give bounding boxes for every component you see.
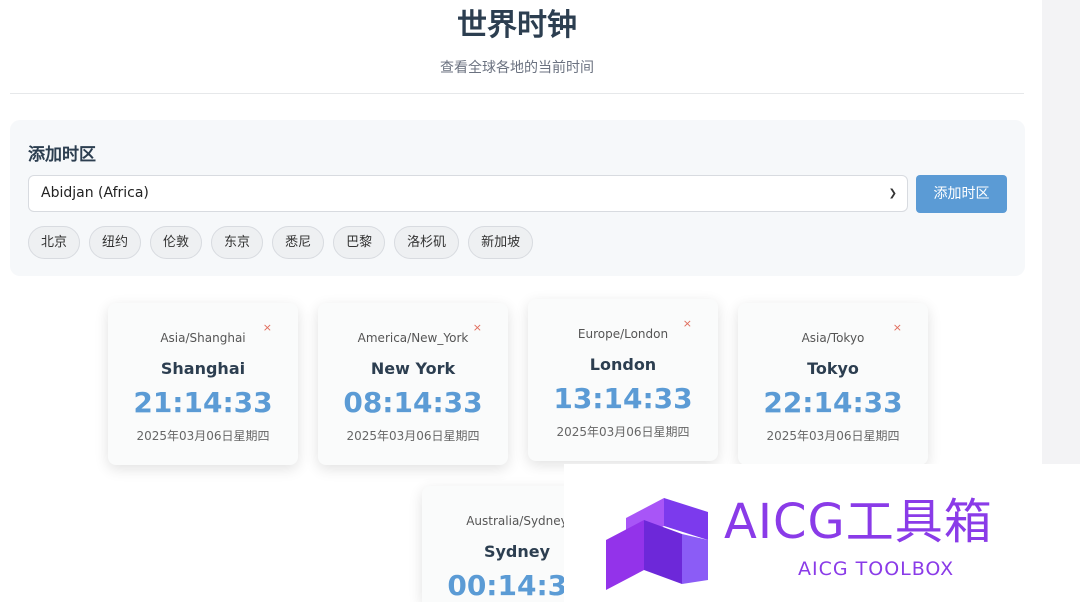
clock-card-london: × Europe/London London 13:14:33 2025年03月… (528, 299, 718, 461)
add-timezone-panel: 添加时区 Abidjan (Africa) ❯ 添加时区 北京 纽约 伦敦 东京… (10, 120, 1025, 276)
clock-time: 08:14:33 (343, 386, 483, 419)
timezone-select[interactable]: Abidjan (Africa) ❯ (28, 175, 908, 212)
close-icon[interactable]: × (263, 321, 272, 334)
clock-city: Shanghai (160, 359, 246, 378)
page-title: 世界时钟 (457, 8, 577, 43)
clock-city: New York (370, 359, 456, 378)
quick-city-chip-newyork[interactable]: 纽约 (89, 226, 142, 259)
close-icon[interactable]: × (893, 321, 902, 334)
quick-city-chip-singapore[interactable]: 新加坡 (468, 226, 534, 259)
add-timezone-button[interactable]: 添加时区 (916, 175, 1007, 213)
clock-card-shanghai: × Asia/Shanghai Shanghai 21:14:33 2025年0… (108, 303, 298, 465)
timezone-select-value: Abidjan (Africa) (41, 185, 149, 201)
quick-city-chip-london[interactable]: 伦敦 (150, 226, 203, 259)
watermark-subtitle: AICG TOOLBOX (798, 558, 955, 580)
quick-city-chip-tokyo[interactable]: 东京 (211, 226, 264, 259)
clock-date: 2025年03月06日星期四 (136, 429, 270, 443)
quick-city-chips: 北京 纽约 伦敦 东京 悉尼 巴黎 洛杉矶 新加坡 (28, 226, 534, 259)
clock-card-new-york: × America/New_York New York 08:14:33 202… (318, 303, 508, 465)
clock-card-tokyo: × Asia/Tokyo Tokyo 22:14:33 2025年03月06日星… (738, 303, 928, 465)
clock-time: 22:14:33 (763, 386, 903, 419)
clock-date: 2025年03月06日星期四 (766, 429, 900, 443)
clock-date: 2025年03月06日星期四 (556, 425, 690, 439)
clock-date: 2025年03月06日星期四 (346, 429, 480, 443)
clock-time: 21:14:33 (133, 386, 273, 419)
quick-city-chip-paris[interactable]: 巴黎 (333, 226, 386, 259)
clock-time: 13:14:33 (553, 382, 693, 415)
clock-city: London (589, 355, 657, 374)
quick-city-chip-losangeles[interactable]: 洛杉矶 (394, 226, 460, 259)
chevron-down-icon: ❯ (888, 188, 897, 199)
close-icon[interactable]: × (473, 321, 482, 334)
clock-city: Tokyo (807, 359, 859, 378)
add-timezone-heading: 添加时区 (28, 145, 96, 165)
aicg-toolbox-watermark: AICG工具箱 AICG TOOLBOX (564, 464, 1080, 602)
watermark-title: AICG工具箱 (724, 494, 993, 550)
page-header: 世界时钟 查看全球各地的当前时间 (10, 0, 1024, 94)
aicg-logo-icon (606, 498, 708, 590)
quick-city-chip-beijing[interactable]: 北京 (28, 226, 81, 259)
page-subtitle: 查看全球各地的当前时间 (440, 60, 594, 76)
close-icon[interactable]: × (683, 317, 692, 330)
quick-city-chip-sydney[interactable]: 悉尼 (272, 226, 325, 259)
